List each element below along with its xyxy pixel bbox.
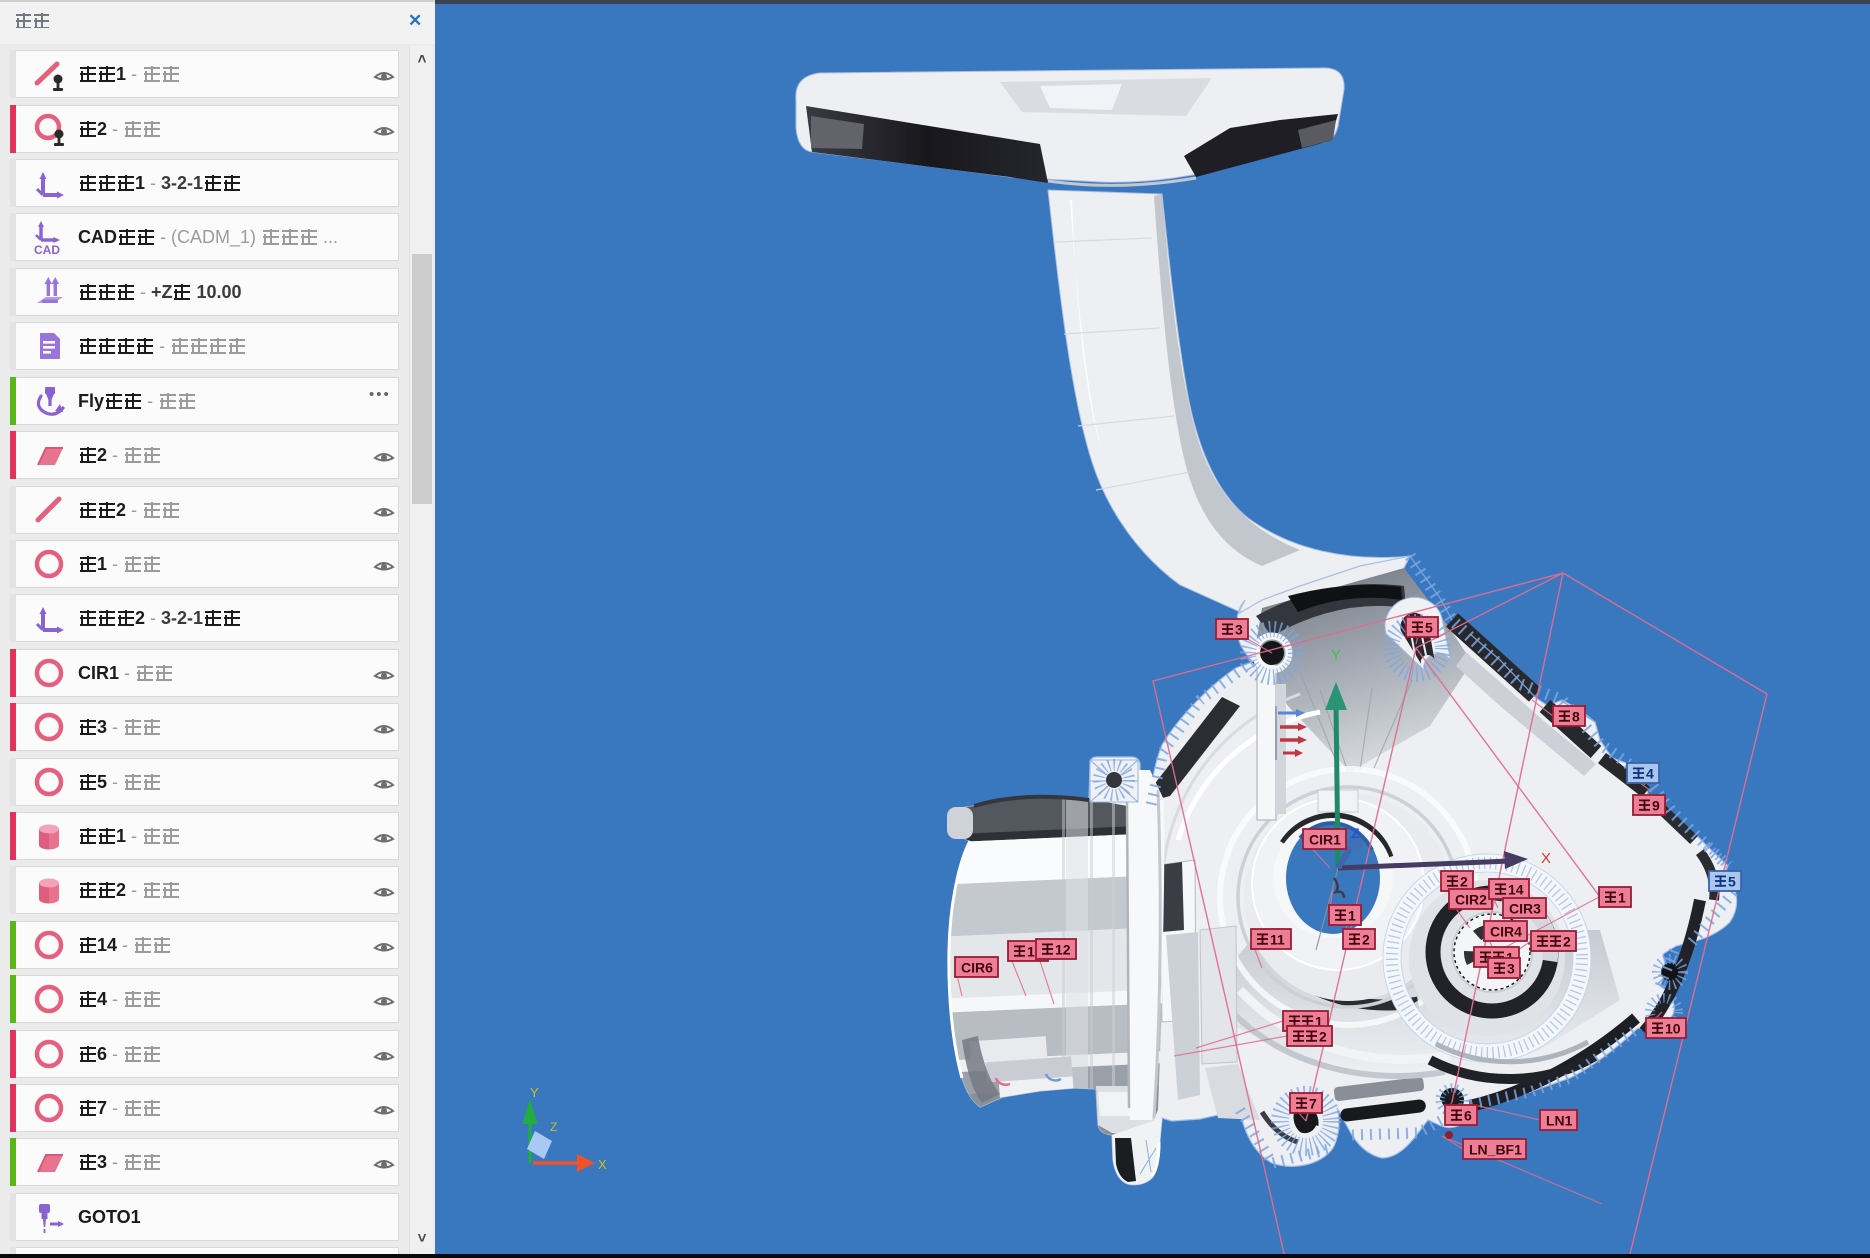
svg-text:2: 2 — [1563, 934, 1571, 950]
svg-text:X: X — [1541, 850, 1551, 867]
svg-text:LN_BF1: LN_BF1 — [1469, 1142, 1522, 1158]
svg-text:3: 3 — [1507, 961, 1515, 977]
svg-text:X: X — [598, 1157, 607, 1172]
svg-text:CIR2: CIR2 — [1455, 892, 1487, 908]
svg-text:2: 2 — [1460, 874, 1468, 890]
svg-text:CIR6: CIR6 — [961, 960, 993, 976]
svg-text:3: 3 — [1235, 622, 1243, 638]
svg-text:10: 10 — [1665, 1021, 1681, 1037]
svg-text:Y: Y — [530, 1085, 539, 1100]
svg-text:11: 11 — [1270, 932, 1285, 948]
svg-text:1: 1 — [1618, 890, 1626, 906]
svg-text:Z: Z — [1351, 825, 1360, 841]
svg-text:CIR3: CIR3 — [1509, 901, 1541, 917]
svg-text:6: 6 — [1464, 1108, 1472, 1124]
svg-text:5: 5 — [1728, 874, 1736, 890]
svg-text:LN1: LN1 — [1546, 1113, 1573, 1129]
svg-text:14: 14 — [1508, 882, 1524, 898]
svg-text:CIR1: CIR1 — [1309, 832, 1341, 848]
svg-text:8: 8 — [1572, 709, 1580, 725]
svg-text:CIR4: CIR4 — [1490, 924, 1522, 940]
svg-text:12: 12 — [1055, 942, 1071, 958]
svg-text:Z: Z — [550, 1120, 557, 1134]
svg-text:2: 2 — [1319, 1029, 1327, 1045]
svg-text:1: 1 — [1348, 908, 1356, 924]
svg-text:5: 5 — [1425, 620, 1433, 636]
svg-text:7: 7 — [1309, 1096, 1317, 1112]
svg-text:9: 9 — [1652, 798, 1660, 814]
svg-text:4: 4 — [1646, 766, 1654, 782]
svg-text:2: 2 — [1362, 932, 1370, 948]
svg-text:Y: Y — [1331, 647, 1341, 664]
